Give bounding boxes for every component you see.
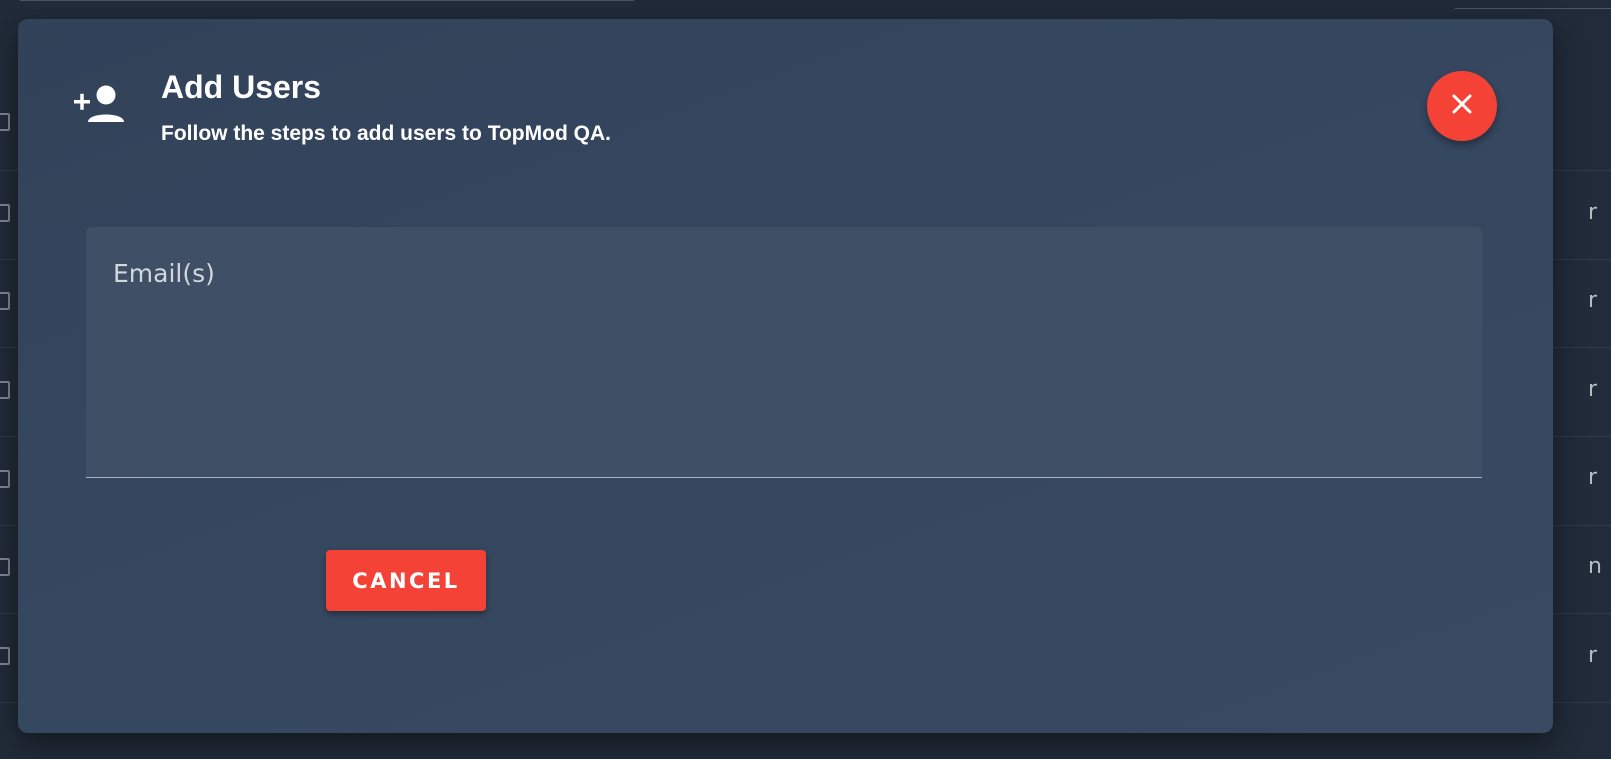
cancel-button[interactable]: CANCEL [326, 550, 486, 611]
dialog-subtitle: Follow the steps to add users to TopMod … [161, 122, 611, 145]
background-divider [1455, 8, 1611, 9]
dialog-title: Add Users [161, 69, 322, 105]
background-divider [20, 0, 634, 1]
row-checkbox[interactable] [0, 381, 10, 399]
add-users-dialog: Add Users Follow the steps to add users … [18, 19, 1553, 733]
person-add-icon [74, 85, 126, 125]
close-button[interactable] [1427, 71, 1497, 141]
email-field-label: Email(s) [113, 259, 215, 288]
row-checkbox[interactable] [0, 470, 10, 488]
background-cell-text: r [1588, 465, 1598, 490]
row-checkbox[interactable] [0, 113, 10, 131]
background-cell-text: r [1588, 643, 1598, 668]
background-cell-text: r [1588, 288, 1598, 313]
background-cell-text: n [1588, 554, 1602, 579]
row-checkbox[interactable] [0, 558, 10, 576]
close-icon [1451, 93, 1473, 120]
email-field[interactable]: Email(s) [86, 227, 1482, 478]
row-checkbox[interactable] [0, 204, 10, 222]
background-cell-text: r [1588, 377, 1598, 402]
email-input[interactable] [113, 307, 1457, 461]
background-cell-text: r [1588, 200, 1598, 225]
row-checkbox[interactable] [0, 292, 10, 310]
row-checkbox[interactable] [0, 647, 10, 665]
